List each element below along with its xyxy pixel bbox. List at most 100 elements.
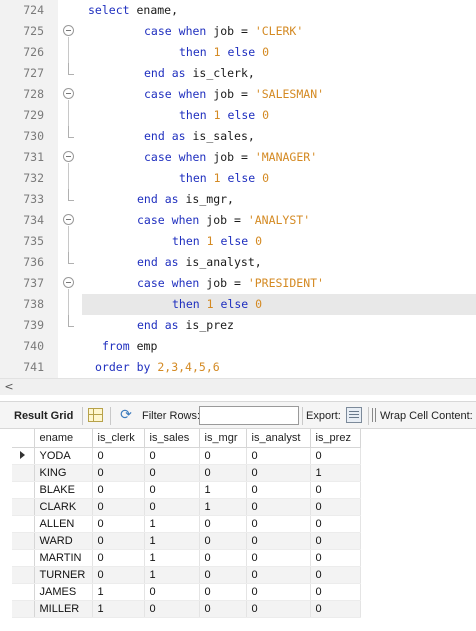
code-line[interactable]: 739 end as is_prez	[0, 315, 476, 336]
cell-ename[interactable]: CLARK	[34, 498, 93, 516]
column-header-is_analyst[interactable]: is_analyst	[246, 429, 311, 448]
row-header[interactable]	[12, 447, 35, 465]
cell-is_clerk[interactable]: 0	[92, 566, 145, 584]
result-grid-tab[interactable]: Result Grid	[14, 408, 73, 424]
cell-is_mgr[interactable]: 0	[199, 447, 247, 465]
refresh-icon[interactable]: ⟳	[117, 407, 135, 423]
cell-is_sales[interactable]: 0	[144, 498, 200, 516]
table-row[interactable]: CLARK 0 0 1 0 0	[12, 498, 361, 516]
column-header-ename[interactable]: ename	[34, 429, 93, 448]
cell-is_sales[interactable]: 0	[144, 464, 200, 482]
cell-is_analyst[interactable]: 0	[246, 583, 311, 601]
result-grid-icon[interactable]	[88, 408, 103, 422]
cell-is_prez[interactable]: 0	[310, 583, 361, 601]
table-row[interactable]: TURNER 0 1 0 0 0	[12, 566, 361, 584]
cell-is_mgr[interactable]: 0	[199, 515, 247, 533]
cell-is_sales[interactable]: 0	[144, 447, 200, 465]
row-header[interactable]	[12, 464, 35, 482]
table-row[interactable]: WARD 0 1 0 0 0	[12, 532, 361, 550]
row-header[interactable]	[12, 532, 35, 550]
code-line[interactable]: 736 end as is_analyst,	[0, 252, 476, 273]
cell-is_prez[interactable]: 0	[310, 532, 361, 550]
fold-toggle-icon[interactable]	[63, 25, 75, 37]
cell-is_analyst[interactable]: 0	[246, 498, 311, 516]
row-header[interactable]	[12, 549, 35, 567]
code-line[interactable]: 737 case when job = 'PRESIDENT'	[0, 273, 476, 294]
cell-is_mgr[interactable]: 0	[199, 532, 247, 550]
cell-ename[interactable]: TURNER	[34, 566, 93, 584]
code-line[interactable]: 725 case when job = 'CLERK'	[0, 21, 476, 42]
fold-toggle-icon[interactable]	[63, 277, 75, 289]
table-row[interactable]: MARTIN 0 1 0 0 0	[12, 549, 361, 567]
fold-toggle-icon[interactable]	[63, 214, 75, 226]
horizontal-scrollbar[interactable]: <	[0, 378, 476, 395]
wrap-cell-content-label[interactable]: Wrap Cell Content:	[380, 408, 473, 424]
table-row[interactable]: JAMES 1 0 0 0 0	[12, 583, 361, 601]
cell-is_analyst[interactable]: 0	[246, 600, 311, 618]
cell-is_prez[interactable]: 0	[310, 447, 361, 465]
cell-is_clerk[interactable]: 0	[92, 549, 145, 567]
cell-is_clerk[interactable]: 0	[92, 481, 145, 499]
row-header[interactable]	[12, 566, 35, 584]
cell-is_sales[interactable]: 0	[144, 600, 200, 618]
cell-is_clerk[interactable]: 0	[92, 464, 145, 482]
cell-is_analyst[interactable]: 0	[246, 566, 311, 584]
wrap-cell-icon[interactable]	[372, 408, 376, 422]
row-header[interactable]	[12, 583, 35, 601]
cell-is_prez[interactable]: 0	[310, 549, 361, 567]
code-line[interactable]: 727 end as is_clerk,	[0, 63, 476, 84]
code-line[interactable]: 731 case when job = 'MANAGER'	[0, 147, 476, 168]
row-header[interactable]	[12, 481, 35, 499]
cell-ename[interactable]: MILLER	[34, 600, 93, 618]
column-header-is_clerk[interactable]: is_clerk	[92, 429, 145, 448]
cell-is_analyst[interactable]: 0	[246, 447, 311, 465]
cell-is_clerk[interactable]: 0	[92, 498, 145, 516]
cell-ename[interactable]: MARTIN	[34, 549, 93, 567]
cell-is_clerk[interactable]: 1	[92, 600, 145, 618]
cell-is_prez[interactable]: 0	[310, 498, 361, 516]
cell-ename[interactable]: ALLEN	[34, 515, 93, 533]
cell-is_mgr[interactable]: 0	[199, 600, 247, 618]
code-line[interactable]: 738 then 1 else 0	[0, 294, 476, 315]
table-row[interactable]: BLAKE 0 0 1 0 0	[12, 481, 361, 499]
cell-is_mgr[interactable]: 1	[199, 481, 247, 499]
code-line[interactable]: 733 end as is_mgr,	[0, 189, 476, 210]
cell-is_sales[interactable]: 1	[144, 532, 200, 550]
result-grid[interactable]: ename is_clerk is_sales is_mgr is_analyst is_…	[0, 429, 476, 631]
code-line[interactable]: 724 select ename,	[0, 0, 476, 21]
cell-is_mgr[interactable]: 1	[199, 498, 247, 516]
cell-is_mgr[interactable]: 0	[199, 583, 247, 601]
row-header[interactable]	[12, 600, 35, 618]
cell-is_analyst[interactable]: 0	[246, 549, 311, 567]
cell-ename[interactable]: KING	[34, 464, 93, 482]
row-header[interactable]	[12, 515, 35, 533]
cell-is_sales[interactable]: 0	[144, 481, 200, 499]
cell-is_mgr[interactable]: 0	[199, 464, 247, 482]
table-row[interactable]: YODA 0 0 0 0 0	[12, 447, 361, 465]
table-row[interactable]: MILLER 1 0 0 0 0	[12, 600, 361, 618]
code-line[interactable]: 735 then 1 else 0	[0, 231, 476, 252]
cell-is_analyst[interactable]: 0	[246, 481, 311, 499]
cell-is_analyst[interactable]: 0	[246, 464, 311, 482]
code-line[interactable]: 729 then 1 else 0	[0, 105, 476, 126]
cell-is_sales[interactable]: 1	[144, 549, 200, 567]
cell-is_clerk[interactable]: 0	[92, 447, 145, 465]
cell-is_sales[interactable]: 1	[144, 566, 200, 584]
code-line[interactable]: 726 then 1 else 0	[0, 42, 476, 63]
cell-is_prez[interactable]: 0	[310, 481, 361, 499]
table-row[interactable]: ALLEN 0 1 0 0 0	[12, 515, 361, 533]
cell-is_mgr[interactable]: 0	[199, 549, 247, 567]
cell-ename[interactable]: JAMES	[34, 583, 93, 601]
column-header-is_sales[interactable]: is_sales	[144, 429, 200, 448]
cell-is_clerk[interactable]: 0	[92, 532, 145, 550]
column-header-is_prez[interactable]: is_prez	[310, 429, 361, 448]
cell-is_prez[interactable]: 0	[310, 515, 361, 533]
scroll-left-arrow-icon[interactable]: <	[2, 380, 16, 394]
cell-ename[interactable]: WARD	[34, 532, 93, 550]
filter-rows-input[interactable]	[199, 406, 299, 425]
cell-ename[interactable]: BLAKE	[34, 481, 93, 499]
code-line[interactable]: 730 end as is_sales,	[0, 126, 476, 147]
code-line[interactable]: 734 case when job = 'ANALYST'	[0, 210, 476, 231]
fold-toggle-icon[interactable]	[63, 151, 75, 163]
export-icon[interactable]	[346, 407, 362, 423]
